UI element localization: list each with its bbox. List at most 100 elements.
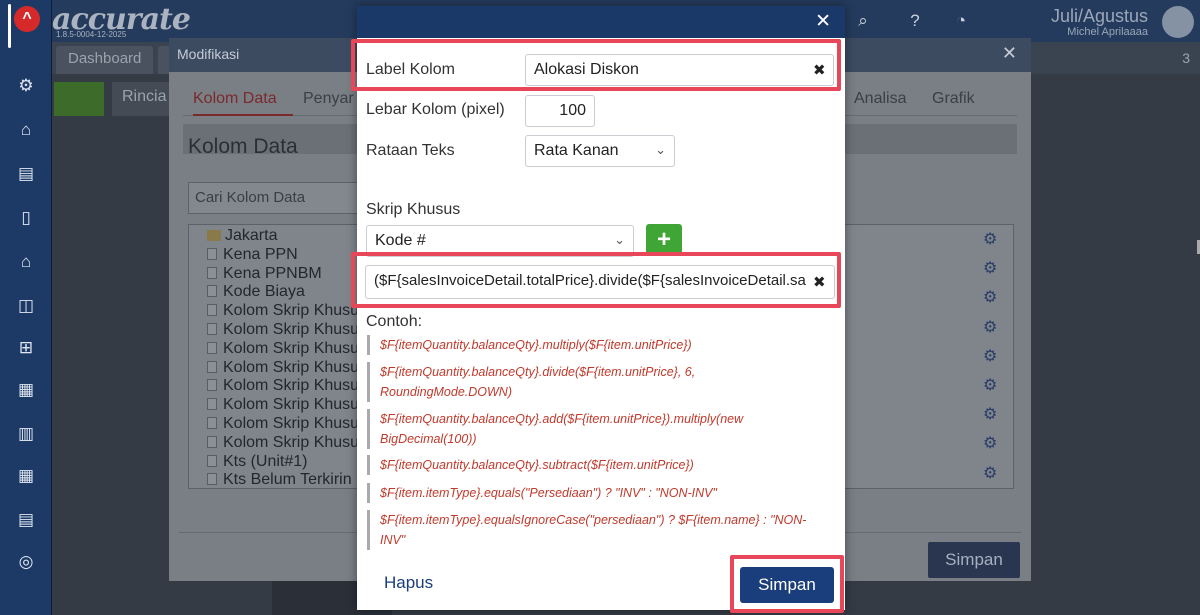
- label-kolom-label: Label Kolom: [366, 61, 455, 78]
- document-icon: [207, 454, 217, 467]
- tree-item[interactable]: Kolom Skrip Khusu: [207, 302, 359, 320]
- tab-grafik[interactable]: Grafik: [932, 90, 975, 108]
- tree-item-label: Kolom Skrip Khusu: [223, 302, 360, 320]
- active-tab-underline: [193, 114, 293, 116]
- report-icon[interactable]: ▤: [14, 508, 38, 532]
- gear-icon[interactable]: ⚙: [983, 404, 997, 424]
- tree-item[interactable]: Kolom Skrip Khusu: [207, 396, 359, 414]
- gear-icon[interactable]: ⚙: [983, 433, 997, 453]
- tree-item[interactable]: Kts Belum Terkirin: [207, 471, 352, 489]
- tree-item[interactable]: Kolom Skrip Khusu: [207, 434, 359, 452]
- tab-penyaring[interactable]: Penyar: [303, 90, 354, 108]
- warehouse-icon[interactable]: ⌂: [14, 118, 38, 142]
- tree-item-label: Kena PPNBM: [223, 264, 322, 282]
- table-grid-icon[interactable]: ▦: [14, 464, 38, 488]
- tab-dashboard[interactable]: Dashboard: [56, 46, 154, 74]
- tree-item-label: Kode Biaya: [223, 283, 305, 301]
- section-title: Kolom Data: [188, 135, 298, 158]
- label-kolom-input[interactable]: Alokasi Diskon: [525, 54, 834, 86]
- gear-icon[interactable]: ⚙: [983, 346, 997, 366]
- tree-item[interactable]: Kolom Skrip Khusu: [207, 377, 359, 395]
- tree-item[interactable]: Kolom Skrip Khusu: [207, 321, 359, 339]
- brand-version: 1.8.5-0004-12-2025: [56, 30, 127, 39]
- gear-icon[interactable]: ⚙: [983, 287, 997, 307]
- document-icon: [207, 285, 217, 298]
- lebar-kolom-label: Lebar Kolom (pixel): [366, 101, 505, 118]
- tree-item-label: Kolom Skrip Khusu: [223, 433, 360, 451]
- skrip-khusus-label: Skrip Khusus: [366, 201, 461, 218]
- avatar[interactable]: [1162, 6, 1194, 38]
- tree-item[interactable]: Jakarta: [207, 227, 277, 245]
- gauge-icon[interactable]: ◎: [14, 550, 38, 574]
- tree-item-label: Kolom Skrip Khusu: [223, 377, 360, 395]
- tree-item-label: Kolom Skrip Khusu: [223, 339, 360, 357]
- tree-item[interactable]: Kts (Unit#1): [207, 453, 307, 471]
- tree-item[interactable]: Kolom Skrip Khusu: [207, 340, 359, 358]
- user-period: Juli/Agustus: [1050, 6, 1148, 26]
- mobile-icon[interactable]: ▯: [14, 206, 38, 230]
- building-icon[interactable]: ▤: [14, 162, 38, 186]
- list-toggle-button[interactable]: [54, 82, 104, 116]
- delete-link[interactable]: Hapus: [384, 573, 433, 593]
- script-input[interactable]: ($F{salesInvoiceDetail.totalPrice}.divid…: [365, 265, 835, 299]
- close-icon[interactable]: ✕: [1002, 43, 1017, 64]
- rataan-teks-value: Rata Kanan: [534, 142, 619, 159]
- document-icon: [207, 435, 217, 448]
- rataan-teks-label: Rataan Teks: [366, 142, 455, 159]
- example-item: $F{item.itemType}.equals("Persediaan") ?…: [367, 483, 829, 503]
- tab-analisa[interactable]: Analisa: [854, 90, 906, 108]
- folder-icon: [207, 230, 221, 241]
- gear-icon[interactable]: ⚙: [983, 229, 997, 249]
- nav-active-indicator: [8, 4, 11, 48]
- tab-kolom-data[interactable]: Kolom Data: [193, 90, 277, 108]
- gear-icon[interactable]: ⚙: [983, 375, 997, 395]
- rataan-teks-select[interactable]: Rata Kanan ⌄: [525, 135, 675, 167]
- accurate-logo-icon: ^: [14, 6, 40, 32]
- gear-icon[interactable]: ⚙: [983, 463, 997, 483]
- lebar-kolom-input[interactable]: 100: [525, 95, 595, 127]
- left-navigation: ^ ⚙ ⌂ ▤ ▯ ⌂ ◫ ⊞ ▦ ▥ ▦ ▤ ◎: [0, 0, 52, 615]
- close-icon[interactable]: ✕: [815, 10, 831, 33]
- document-icon: [207, 304, 217, 317]
- example-item: $F{item.itemType}.equalsIgnoreCase("pers…: [367, 510, 829, 550]
- bell-icon[interactable]: ◔: [950, 10, 972, 32]
- clear-script-icon[interactable]: ✖: [813, 273, 826, 291]
- tree-item[interactable]: Kolom Skrip Khusu: [207, 359, 359, 377]
- tree-item-label: Kts Belum Terkirin: [223, 471, 352, 489]
- settings-gear-icon[interactable]: ⚙: [14, 74, 38, 98]
- document-icon: [207, 247, 217, 260]
- document-icon: [207, 473, 217, 486]
- dialog-header: ✕: [357, 6, 845, 38]
- document-icon: [207, 417, 217, 429]
- factory-icon[interactable]: ▥: [14, 422, 38, 446]
- example-item: $F{itemQuantity.balanceQty}.subtract($F{…: [367, 455, 829, 475]
- tree-item[interactable]: Kolom Skrip Khusu: [207, 415, 359, 433]
- document-icon: [207, 266, 217, 279]
- delivery-icon[interactable]: ▦: [14, 378, 38, 402]
- save-button[interactable]: Simpan: [928, 542, 1020, 578]
- tab-count[interactable]: 3: [1182, 50, 1190, 66]
- user-name: Michel Aprilaaaa: [1067, 26, 1148, 38]
- example-item: $F{itemQuantity.balanceQty}.multiply($F{…: [367, 335, 829, 355]
- example-item: $F{itemQuantity.balanceQty}.add($F{item.…: [367, 409, 829, 449]
- tree-item-label: Kena PPN: [223, 245, 298, 263]
- bag-icon[interactable]: ◫: [14, 294, 38, 318]
- tree-item-label: Kolom Skrip Khusu: [223, 415, 360, 432]
- gear-icon[interactable]: ⚙: [983, 258, 997, 278]
- tree-item[interactable]: Kena PPNBM: [207, 265, 322, 283]
- clear-label-icon[interactable]: ✖: [813, 61, 826, 79]
- tree-item[interactable]: Kode Biaya: [207, 283, 305, 301]
- search-input[interactable]: Cari Kolom Data: [188, 182, 368, 214]
- tree-item-label: Jakarta: [225, 227, 278, 244]
- chevron-down-icon: ⌄: [614, 232, 625, 247]
- save-button[interactable]: Simpan: [740, 567, 834, 603]
- modifikasi-title: Modifikasi: [177, 46, 240, 62]
- tree-item[interactable]: Kena PPN: [207, 246, 298, 264]
- search-icon[interactable]: ⌕: [852, 10, 874, 32]
- tab-rincian[interactable]: Rincia: [112, 82, 177, 116]
- gear-icon[interactable]: ⚙: [983, 317, 997, 337]
- cart-icon[interactable]: ⊞: [14, 336, 38, 360]
- document-icon: [207, 398, 217, 411]
- bank-icon[interactable]: ⌂: [14, 250, 38, 274]
- help-icon[interactable]: ?: [904, 10, 926, 32]
